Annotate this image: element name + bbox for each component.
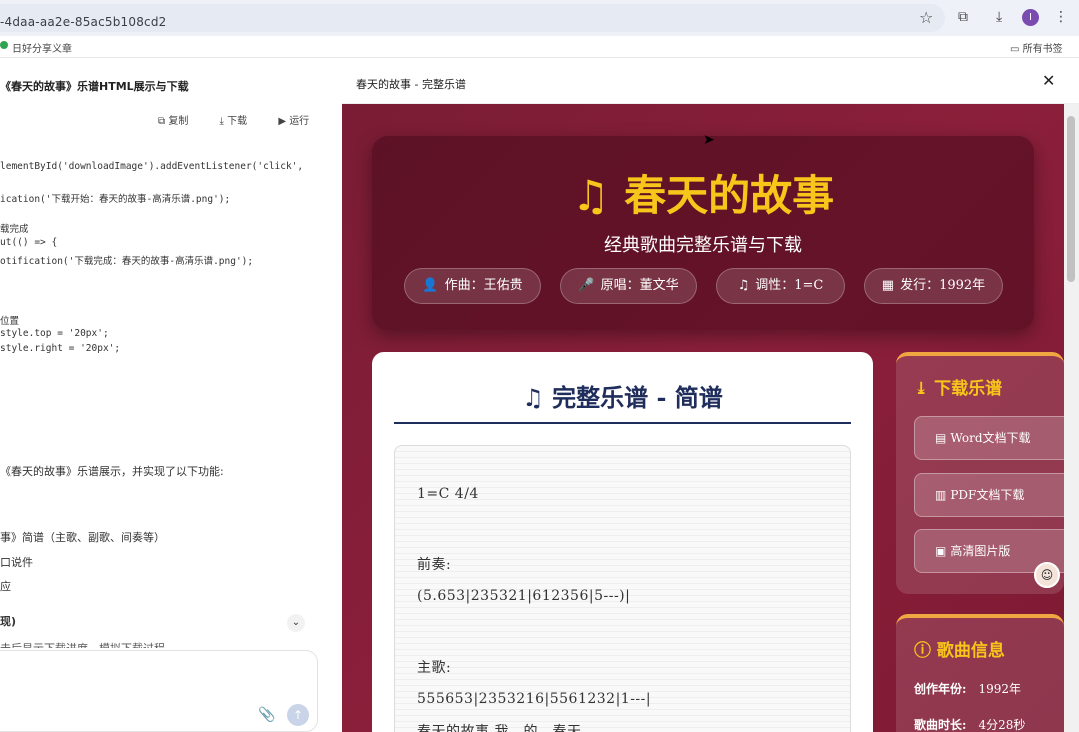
download-label: 下载 xyxy=(227,116,248,127)
copy-label: 复制 xyxy=(168,116,189,127)
code-line: style.right = '20px'; xyxy=(0,343,121,354)
chat-artifact-title: 《春天的故事》乐谱HTML展示与下载 xyxy=(0,80,189,93)
download-heading: ⤓ 下载乐谱 xyxy=(914,374,1002,399)
chip-label: 发行：1992年 xyxy=(900,278,986,293)
score-section-label: 前奏: xyxy=(417,557,452,573)
download-icon: ⤓ xyxy=(914,379,929,399)
extensions-icon[interactable]: ⧉ xyxy=(958,9,968,25)
score-heading-text: 完整乐谱 - 简谱 xyxy=(552,383,723,412)
chat-text: 击后显示下载进度，模拟下载过程 xyxy=(0,640,165,648)
info-row: 创作年份: 1992年 xyxy=(914,680,1021,697)
info-icon: ⓘ xyxy=(914,641,931,661)
bookmark-favicon-icon xyxy=(0,41,8,49)
menu-kebab-icon[interactable]: ⋮ xyxy=(1054,9,1068,25)
score-heading: ♫ 完整乐谱 - 简谱 xyxy=(372,378,873,413)
song-title: ♫ 春天的故事 xyxy=(372,162,1034,223)
code-line: 位置 xyxy=(0,316,20,327)
chat-text: 应 xyxy=(0,580,11,593)
info-heading-text: 歌曲信息 xyxy=(936,641,1005,661)
music-note-icon: ♫ xyxy=(522,383,544,412)
singer-chip: 🎤 原唱：董文华 xyxy=(560,268,697,304)
info-value: 1992年 xyxy=(978,682,1021,696)
score-card: ♫ 完整乐谱 - 简谱 1=C 4/4 前奏: (5.653|235321|61… xyxy=(372,352,873,732)
run-button[interactable]: ▶ 运行 xyxy=(278,116,323,127)
song-info-card: ⓘ 歌曲信息 创作年份: 1992年 歌曲时长: 4分28秒 xyxy=(896,614,1064,732)
download-icon[interactable]: ⤓ xyxy=(996,9,1002,25)
download-card: ⤓ 下载乐谱 ▤ Word文档下载 ▥ PDF文档下载 ▣ 高清图片版 xyxy=(896,352,1064,594)
image-icon: ▣ xyxy=(935,544,947,558)
bookmarks-bar: 日好分享义章 ▭ 所有书签 xyxy=(0,36,1079,58)
download-heading-text: 下载乐谱 xyxy=(934,379,1003,399)
music-note-icon: ♫ xyxy=(571,171,610,220)
score-notation: (5.653|235321|612356|5---)| xyxy=(417,588,631,604)
all-bookmarks-folder[interactable]: ▭ 所有书签 xyxy=(1010,40,1063,55)
user-icon: 👤 xyxy=(422,278,439,293)
music-note-icon: ♫ xyxy=(737,278,750,293)
copy-button[interactable]: ⧉ 复制 xyxy=(158,116,202,127)
chip-label: 作曲：王佑贵 xyxy=(444,278,523,293)
release-chip: ▦ 发行：1992年 xyxy=(864,268,1003,304)
address-bar[interactable]: -4daa-aa2e-85ac5b108cd2 xyxy=(0,4,945,32)
pdf-download-button[interactable]: ▥ PDF文档下载 xyxy=(914,473,1064,517)
close-icon[interactable]: ✕ xyxy=(1042,71,1055,90)
preview-header: 春天的故事 - 完整乐谱 ✕ xyxy=(342,58,1079,104)
info-heading: ⓘ 歌曲信息 xyxy=(914,636,1005,661)
code-line: ut(() => { xyxy=(0,237,58,248)
code-line: 载完成 xyxy=(0,224,29,235)
info-row: 歌曲时长: 4分28秒 xyxy=(914,716,1025,732)
assistant-avatar[interactable]: ☺ xyxy=(1034,562,1060,588)
mouse-cursor-icon: ➤ xyxy=(703,132,715,148)
pdf-file-icon: ▥ xyxy=(935,488,947,502)
chat-text: 《春天的故事》乐谱展示，并实现了以下功能: xyxy=(0,465,224,478)
key-chip: ♫ 调性：1=C xyxy=(716,268,845,304)
chip-label: 调性：1=C xyxy=(755,278,824,293)
score-notation: 555653|2353216|5561232|1---| xyxy=(417,691,652,707)
button-label: Word文档下载 xyxy=(950,431,1031,445)
score-section-label: 主歌: xyxy=(417,660,452,676)
info-value: 4分28秒 xyxy=(978,718,1026,732)
sheet-music: 1=C 4/4 前奏: (5.653|235321|612356|5---)| … xyxy=(394,445,851,732)
preview-title: 春天的故事 - 完整乐谱 xyxy=(356,78,466,91)
code-line: lementById('downloadImage').addEventList… xyxy=(0,161,304,172)
info-key: 歌曲时长: xyxy=(914,718,967,732)
chat-text: 事》简谱（主歌、副歌、间奏等） xyxy=(0,531,165,544)
bookmark-star-icon[interactable]: ☆ xyxy=(919,8,933,27)
song-title-text: 春天的故事 xyxy=(624,171,835,220)
score-key: 1=C 4/4 xyxy=(417,486,479,502)
button-label: 高清图片版 xyxy=(950,544,1011,558)
microphone-icon: 🎤 xyxy=(578,278,595,293)
send-button[interactable]: ↑ xyxy=(287,704,309,726)
word-file-icon: ▤ xyxy=(935,431,947,445)
bookmark-item[interactable]: 日好分享义章 xyxy=(12,40,72,55)
button-label: PDF文档下载 xyxy=(950,488,1025,502)
code-line: otification('下载完成：春天的故事-高清乐谱.png'); xyxy=(0,256,254,267)
attach-icon[interactable]: 📎 xyxy=(258,707,275,723)
chat-heading: 现) xyxy=(0,615,17,628)
hero-banner: ♫ 春天的故事 经典歌曲完整乐谱与下载 👤 作曲：王佑贵 🎤 原唱：董文华 ♫ 调性：… xyxy=(372,136,1034,330)
scrollbar-thumb[interactable] xyxy=(1067,116,1075,282)
info-key: 创作年份: xyxy=(914,682,967,696)
all-bookmarks-label: 所有书签 xyxy=(1022,44,1063,55)
word-download-button[interactable]: ▤ Word文档下载 xyxy=(914,416,1064,460)
code-line: ication('下载开始：春天的故事-高清乐谱.png'); xyxy=(0,194,231,205)
chip-label: 原唱：董文华 xyxy=(600,278,679,293)
composer-chip: 👤 作曲：王佑贵 xyxy=(404,268,541,304)
code-line: style.top = '20px'; xyxy=(0,328,109,339)
url-text[interactable]: -4daa-aa2e-85ac5b108cd2 xyxy=(0,15,167,29)
music-page: ♫ 春天的故事 经典歌曲完整乐谱与下载 👤 作曲：王佑贵 🎤 原唱：董文华 ♫ 调性：… xyxy=(342,104,1064,732)
calendar-icon: ▦ xyxy=(881,278,895,293)
chat-text: 口说件 xyxy=(0,556,33,569)
run-label: 运行 xyxy=(289,116,310,127)
code-actions: ⧉ 复制 ⤓ 下载 ▶ 运行 xyxy=(158,112,337,127)
song-subtitle: 经典歌曲完整乐谱与下载 xyxy=(604,235,802,256)
divider xyxy=(394,422,851,424)
download-code-button[interactable]: ⤓ 下载 xyxy=(220,116,262,127)
profile-avatar[interactable]: I xyxy=(1022,9,1039,26)
score-lyrics: 春天的故事 我 的 春天 xyxy=(417,724,582,732)
chevron-down-icon[interactable]: ⌄ xyxy=(287,614,305,632)
chat-panel: 《春天的故事》乐谱HTML展示与下载 ⧉ 复制 ⤓ 下载 ▶ 运行 lement… xyxy=(0,58,342,732)
browser-toolbar: -4daa-aa2e-85ac5b108cd2 ☆ ⧉ ⤓ I ⋮ xyxy=(0,0,1079,36)
